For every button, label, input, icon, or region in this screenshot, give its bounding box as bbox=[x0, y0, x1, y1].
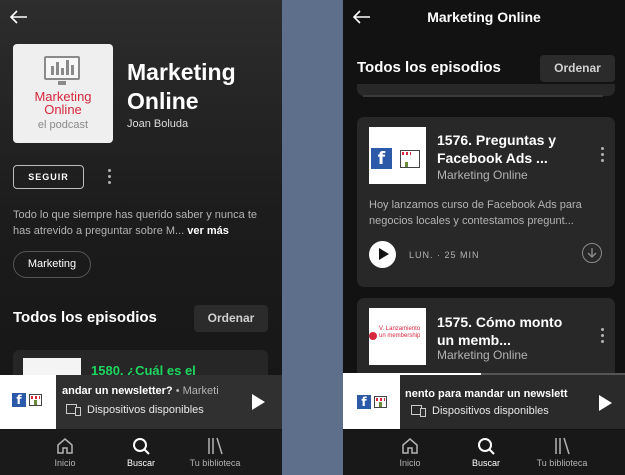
nav-search[interactable]: Buscar bbox=[101, 430, 181, 475]
episode-show-name: Marketing Online bbox=[437, 348, 528, 362]
back-arrow-icon[interactable] bbox=[10, 10, 28, 24]
nav-search-label: Buscar bbox=[471, 458, 500, 468]
devices-row[interactable]: Dispositivos disponibles bbox=[66, 404, 204, 416]
shop-icon bbox=[29, 394, 42, 406]
mini-player-track: andar un newsletter? • Marketi bbox=[62, 385, 240, 397]
sort-button[interactable]: Ordenar bbox=[194, 305, 268, 332]
episodes-heading: Todos los episodios bbox=[13, 309, 157, 326]
episode-thumbnail: f bbox=[369, 127, 426, 184]
nav-home[interactable]: Inicio bbox=[370, 430, 450, 475]
episode-show-name: Marketing Online bbox=[437, 168, 528, 182]
devices-label: Dispositivos disponibles bbox=[87, 404, 204, 416]
episode-card[interactable]: f 1576. Preguntas y Facebook Ads ... Mar… bbox=[357, 117, 615, 287]
library-icon bbox=[208, 437, 223, 455]
show-title: Marketing Online bbox=[127, 59, 236, 114]
download-icon[interactable] bbox=[582, 243, 602, 263]
kebab-menu-icon[interactable] bbox=[601, 328, 605, 346]
mini-player-separator: • bbox=[172, 385, 183, 397]
podcast-cover: Marketing Online el podcast bbox=[13, 44, 113, 143]
show-author[interactable]: Joan Boluda bbox=[127, 118, 188, 130]
facebook-logo-icon: f bbox=[371, 148, 392, 169]
bottom-nav: Inicio Buscar Tu biblioteca bbox=[343, 430, 625, 475]
kebab-menu-icon[interactable] bbox=[108, 169, 112, 187]
thumbnail-text: V. Lanzamiento un membership bbox=[379, 326, 421, 339]
episode-title: 1576. Preguntas y Facebook Ads ... bbox=[437, 132, 557, 166]
mini-player[interactable]: f nento para mandar un newslett Disposit… bbox=[343, 375, 625, 429]
devices-label: Dispositivos disponibles bbox=[432, 405, 549, 417]
podcast-detail-screen: Marketing Online el podcast Marketing On… bbox=[0, 0, 282, 475]
mini-player[interactable]: f andar un newsletter? • Marketi Disposi… bbox=[0, 375, 282, 429]
cover-subtitle: el podcast bbox=[37, 119, 89, 131]
category-chip[interactable]: Marketing bbox=[13, 251, 91, 278]
nav-library[interactable]: Tu biblioteca bbox=[522, 430, 602, 475]
episodes-heading: Todos los episodios bbox=[357, 59, 501, 76]
episode-title: 1575. Cómo monto un memb... bbox=[437, 314, 563, 348]
search-icon bbox=[478, 438, 495, 455]
nav-home-label: Inicio bbox=[399, 458, 421, 468]
mini-player-track: nento para mandar un newslett bbox=[405, 388, 585, 400]
episode-description: Hoy lanzamos curso de Facebook Ads para … bbox=[369, 199, 582, 227]
devices-icon bbox=[411, 405, 426, 417]
mini-player-track-title: andar un newsletter? bbox=[62, 385, 173, 397]
episode-thumbnail: V. Lanzamiento un membership bbox=[369, 308, 426, 365]
nav-library[interactable]: Tu biblioteca bbox=[175, 430, 255, 475]
shop-icon bbox=[374, 396, 387, 408]
header-title: Marketing Online bbox=[427, 9, 541, 25]
brand-dot-icon bbox=[369, 332, 377, 340]
see-more-link[interactable]: ver más bbox=[187, 225, 229, 237]
kebab-menu-icon[interactable] bbox=[601, 147, 605, 165]
nav-library-label: Tu biblioteca bbox=[536, 458, 588, 468]
play-icon[interactable] bbox=[252, 394, 265, 410]
monitor-chart-icon bbox=[44, 56, 80, 80]
devices-icon bbox=[66, 404, 81, 416]
home-icon bbox=[402, 438, 418, 454]
devices-row[interactable]: Dispositivos disponibles bbox=[411, 405, 549, 417]
mini-player-thumbnail: f bbox=[0, 375, 56, 429]
divider bbox=[363, 95, 603, 97]
shop-icon bbox=[400, 150, 420, 168]
screenshot-stage: Marketing Online el podcast Marketing On… bbox=[0, 0, 625, 475]
search-icon bbox=[133, 438, 150, 455]
sort-button[interactable]: Ordenar bbox=[540, 55, 615, 82]
play-icon[interactable] bbox=[599, 395, 612, 411]
nav-home-label: Inicio bbox=[54, 458, 76, 468]
follow-button[interactable]: SEGUIR bbox=[13, 165, 84, 189]
home-icon bbox=[57, 438, 73, 454]
mini-player-artist: Marketi bbox=[182, 385, 219, 397]
episode-meta: LUN. · 25 MIN bbox=[409, 250, 480, 260]
nav-search-label: Buscar bbox=[126, 458, 155, 468]
nav-home[interactable]: Inicio bbox=[25, 430, 105, 475]
mini-player-thumbnail: f bbox=[343, 375, 400, 429]
cover-title-line2: Online bbox=[44, 102, 82, 117]
library-icon bbox=[555, 437, 570, 455]
nav-library-label: Tu biblioteca bbox=[189, 458, 241, 468]
nav-search[interactable]: Buscar bbox=[446, 430, 526, 475]
mini-player-track-title: nento para mandar un newslett bbox=[405, 388, 568, 400]
bottom-nav: Inicio Buscar Tu biblioteca bbox=[0, 430, 282, 475]
facebook-logo-icon: f bbox=[357, 395, 371, 409]
show-description: Todo lo que siempre has querido saber y … bbox=[13, 207, 271, 239]
episodes-list-screen: Marketing Online Todos los episodios Ord… bbox=[343, 0, 625, 475]
play-icon[interactable] bbox=[369, 241, 396, 268]
facebook-logo-icon: f bbox=[12, 393, 26, 407]
monitor-stand bbox=[58, 81, 66, 85]
